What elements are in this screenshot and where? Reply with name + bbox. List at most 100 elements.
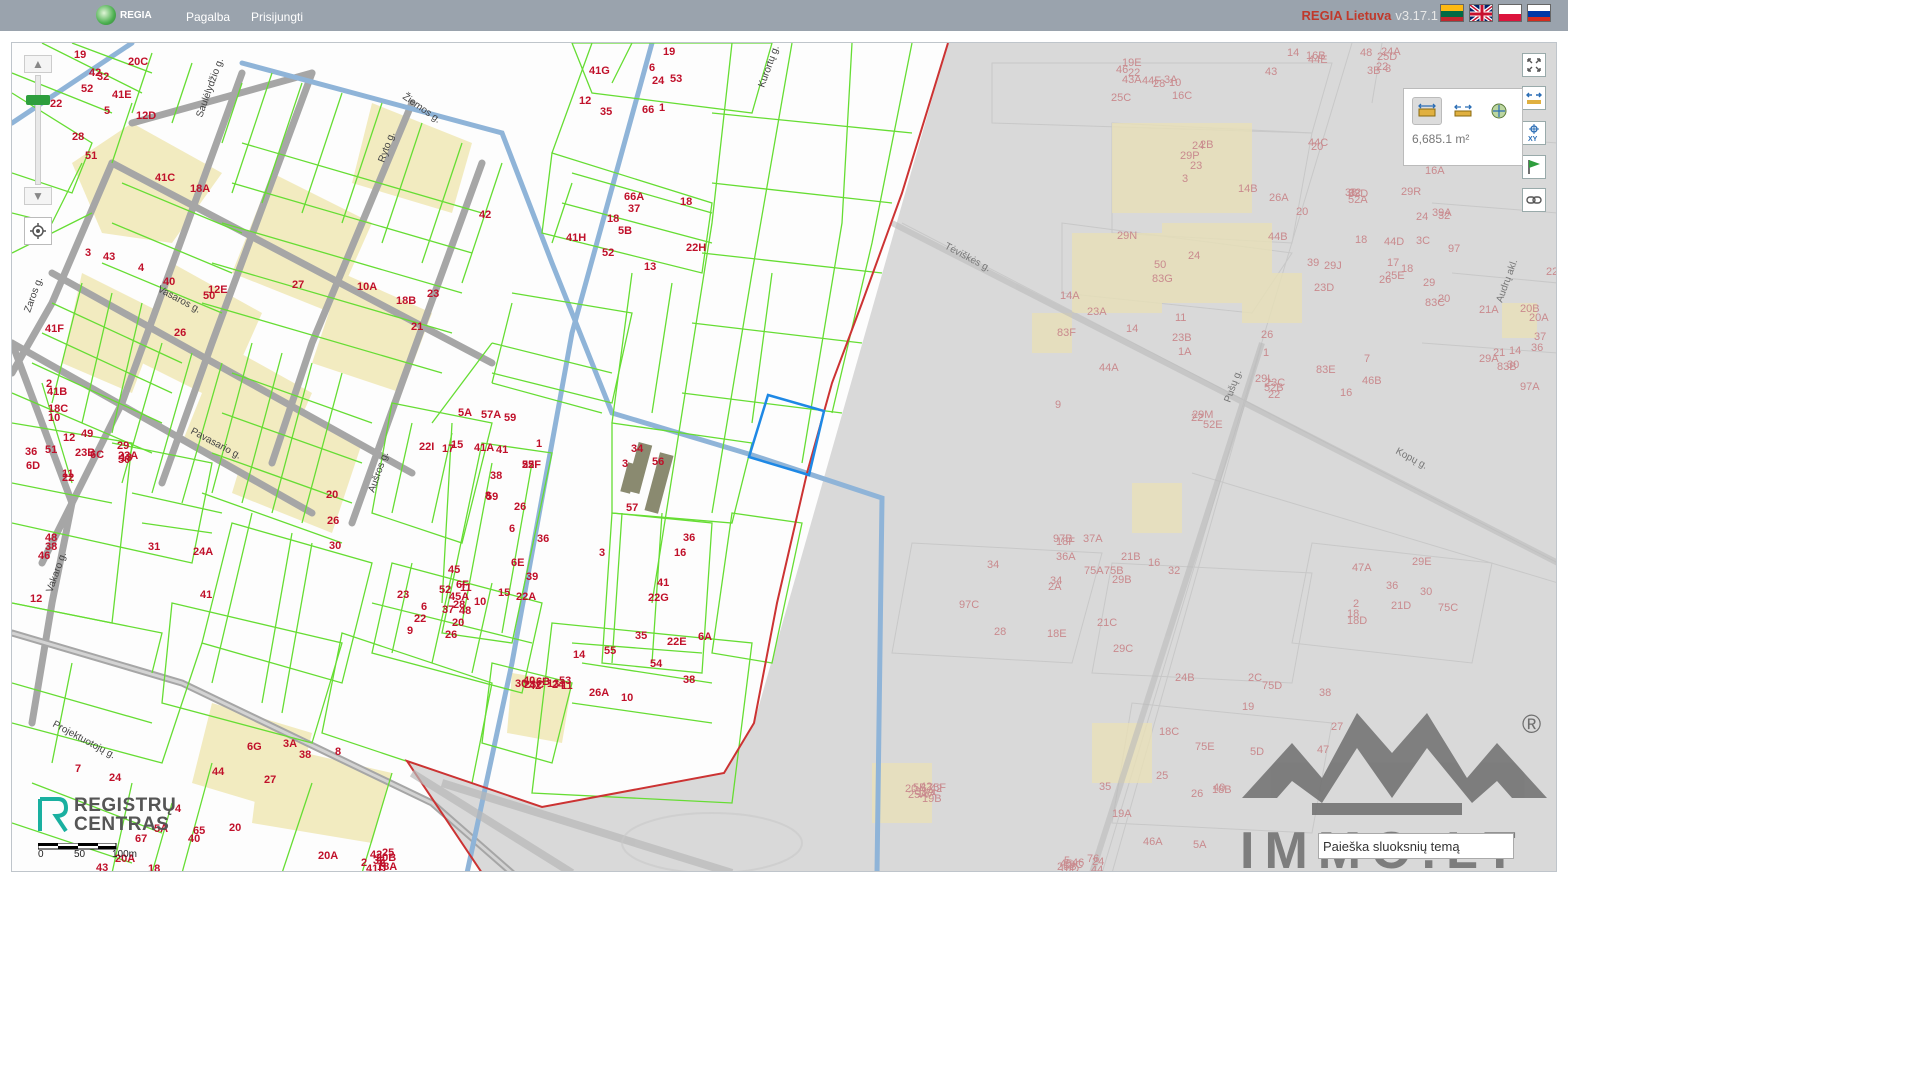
parcel-number-label: 23D — [1314, 282, 1334, 294]
parcel-number-label: 75D — [1262, 680, 1282, 692]
parcel-number-label: 14 — [1126, 323, 1138, 335]
parcel-number-label: 10A — [357, 281, 377, 293]
parcel-number-label: 59 — [504, 412, 516, 424]
parcel-number-label: 5A — [1193, 839, 1207, 851]
parcel-number-label: 24 — [109, 772, 122, 784]
parcel-number-label: 38 — [490, 470, 502, 482]
parcel-number-label: 19 — [74, 49, 86, 61]
parcel-number-label: 21A — [1479, 304, 1499, 316]
parcel-number-label: 4 — [138, 262, 145, 274]
parcel-number-label: 51 — [45, 444, 57, 456]
parcel-number-label: 26 — [514, 501, 526, 513]
zoom-slider-track[interactable] — [35, 75, 41, 185]
parcel-number-label: 16 — [674, 547, 686, 559]
parcel-number-label: 14A — [1060, 290, 1080, 302]
parcel-number-label: 32 — [97, 71, 109, 83]
zoom-extent-button[interactable] — [1522, 86, 1546, 110]
parcel-number-label: 13 — [644, 261, 656, 273]
parcel-number-label: 3 — [599, 547, 605, 559]
parcel-number-label: 46B — [1362, 375, 1382, 387]
parcel-number-label: 24 — [1416, 211, 1428, 223]
street-label: Zaros g. — [22, 276, 45, 314]
registered-mark: ® — [1522, 709, 1541, 739]
gb-flag[interactable] — [1469, 4, 1493, 22]
flag-button[interactable] — [1522, 155, 1546, 179]
locate-button[interactable] — [24, 217, 52, 245]
selected-parcel[interactable] — [747, 393, 826, 477]
area-measure-icon — [1418, 103, 1436, 117]
parcel-number-label: 55 — [604, 645, 616, 657]
fullscreen-button[interactable] — [1522, 53, 1546, 77]
parcel-number-label: 25E — [1385, 270, 1405, 282]
parcel-number-label: 10 — [1169, 77, 1181, 89]
parcel-number-label: 39A — [1432, 207, 1452, 219]
parcel-number-label: 18D — [1347, 615, 1367, 627]
parcel-number-label: 26 — [174, 327, 186, 339]
parcel-number-label: 83F — [1057, 327, 1076, 339]
map-viewport[interactable]: Saulėlydžio g. Žiemos g. Ryto g. Kurortų g.… — [11, 42, 1557, 872]
parcel-number-label: 6A — [698, 631, 712, 643]
xy-coordinates-button[interactable]: XY — [1522, 121, 1546, 145]
lt-flag[interactable] — [1440, 4, 1464, 22]
parcel-number-label: 83E — [1316, 364, 1336, 376]
parcel-number-label: 5A — [458, 407, 472, 419]
parcel-number-label: 12 — [579, 95, 591, 107]
parcel-number-label: 18F — [1056, 536, 1075, 548]
parcel-number-label: 27 — [264, 774, 276, 786]
parcel-number-label: 51 — [85, 150, 97, 162]
zoom-slider-handle[interactable] — [26, 95, 50, 105]
zoom-out-button[interactable]: ▼ — [24, 187, 52, 205]
link-button[interactable] — [1522, 188, 1546, 212]
parcel-number-label: 3 — [85, 247, 91, 259]
parcel-number-label: 12 — [30, 593, 42, 605]
parcel-number-label: 11 — [561, 680, 573, 692]
pl-flag[interactable] — [1498, 4, 1522, 22]
parcel-number-label: 48 — [1360, 47, 1372, 59]
area-measure-button[interactable] — [1412, 97, 1442, 125]
parcel-number-label: 41A — [474, 442, 494, 454]
parcel-number-label: 28 — [994, 626, 1006, 638]
parcel-number-label: 2 — [1353, 598, 1359, 610]
parcel-number-label: 5B — [618, 225, 632, 237]
parcel-number-label: 57 — [626, 502, 638, 514]
crosshair-icon — [30, 223, 46, 239]
parcel-number-label: 23 — [427, 288, 439, 300]
parcel-number-label: 5 — [104, 105, 110, 117]
parcel-number-label: 8 — [485, 490, 491, 502]
parcel-number-label: 23 — [1190, 160, 1202, 172]
nav-login-link[interactable]: Prisijungti — [251, 10, 303, 24]
zoom-in-button[interactable]: ▲ — [24, 55, 52, 73]
parcel-number-label: 26A — [589, 687, 609, 699]
parcel-number-label: 37A — [1083, 533, 1103, 545]
parcel-number-label: 22I — [419, 441, 434, 453]
clear-measure-button[interactable] — [1484, 97, 1514, 125]
regia-logo[interactable]: REGIA — [96, 5, 152, 25]
parcel-number-label: 44D — [1384, 236, 1404, 248]
brand-title: REGIA Lietuva v3.17.1 — [1302, 8, 1438, 23]
distance-measure-button[interactable] — [1448, 97, 1478, 125]
parcel-number-label: 27 — [292, 279, 304, 291]
parcel-number-label: 83G — [1152, 273, 1173, 285]
parcel-number-label: 34 — [1050, 575, 1062, 587]
version-label: v3.17.1 — [1395, 8, 1438, 23]
parcel-number-label: 2 — [361, 857, 367, 869]
parcel-number-label: 31 — [148, 541, 160, 553]
zoom-extent-icon — [1526, 92, 1542, 104]
parcel-number-label: 25C — [1111, 92, 1131, 104]
parcel-number-label: 14B — [1238, 183, 1258, 195]
parcel-number-label: 35 — [635, 630, 647, 642]
nav-help-link[interactable]: Pagalba — [186, 10, 230, 24]
parcel-number-label: 66A — [624, 191, 644, 203]
scale-label-100: 100m — [112, 849, 138, 860]
ru-flag[interactable] — [1527, 4, 1551, 22]
parcel-number-label: 20A — [1529, 312, 1549, 324]
parcel-number-label: 22 — [1268, 389, 1280, 401]
parcel-number-label: 56 — [652, 456, 664, 468]
parcel-number-label: 44 — [212, 766, 225, 778]
zoom-control: ▲ ▼ — [24, 55, 52, 205]
parcel-number-label: 39 — [1307, 257, 1319, 269]
parcel-number-label: 30 — [329, 540, 341, 552]
parcel-number-label: 21 — [1493, 347, 1505, 359]
layer-search-input[interactable] — [1318, 833, 1514, 859]
parcel-number-label: 24A — [193, 546, 213, 558]
